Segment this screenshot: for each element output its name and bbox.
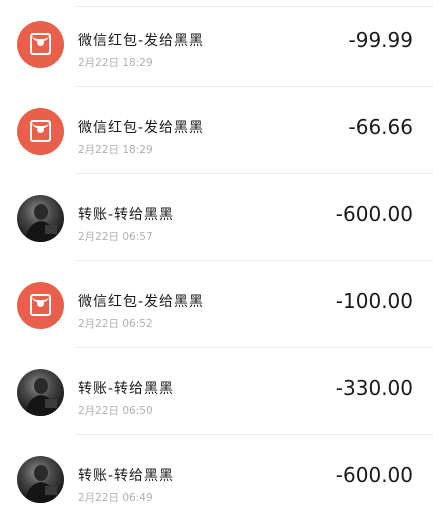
transaction-title: 转账-转给黑黑 xyxy=(78,468,175,484)
transaction-amount: -330.00 xyxy=(335,376,413,400)
transaction-row[interactable]: 转账-转给黑黑 2月22日 06:50 -330.00 xyxy=(0,348,433,435)
red-packet-icon xyxy=(17,108,64,155)
transaction-title: 转账-转给黑黑 xyxy=(78,207,175,223)
transaction-time: 2月22日 06:49 xyxy=(78,492,153,504)
transaction-time: 2月22日 06:52 xyxy=(78,318,153,330)
transaction-time: 2月22日 18:29 xyxy=(78,144,153,156)
transaction-row[interactable]: 微信红包-发给黑黑 2月22日 18:29 -66.66 xyxy=(0,87,433,174)
transaction-amount: -600.00 xyxy=(335,463,413,487)
transaction-title: 微信红包-发给黑黑 xyxy=(78,294,205,310)
transaction-time: 2月22日 18:29 xyxy=(78,57,153,69)
transaction-title: 微信红包-发给黑黑 xyxy=(78,120,205,136)
avatar xyxy=(17,195,64,242)
transaction-row[interactable]: 微信红包-发给黑黑 2月22日 18:29 -99.99 xyxy=(0,0,433,87)
transaction-title: 转账-转给黑黑 xyxy=(78,381,175,397)
avatar xyxy=(17,456,64,503)
transaction-time: 2月22日 06:57 xyxy=(78,231,153,243)
transaction-row[interactable]: 微信红包-发给黑黑 2月22日 06:52 -100.00 xyxy=(0,261,433,348)
transaction-amount: -66.66 xyxy=(348,115,413,139)
red-packet-icon xyxy=(17,282,64,329)
transaction-row[interactable]: 转账-转给黑黑 2月22日 06:57 -600.00 xyxy=(0,174,433,261)
avatar xyxy=(17,369,64,416)
transaction-row[interactable]: 转账-转给黑黑 2月22日 06:49 -600.00 xyxy=(0,435,433,522)
transaction-amount: -100.00 xyxy=(335,289,413,313)
red-packet-icon xyxy=(17,21,64,68)
transaction-amount: -600.00 xyxy=(335,202,413,226)
transaction-title: 微信红包-发给黑黑 xyxy=(78,33,205,49)
transaction-time: 2月22日 06:50 xyxy=(78,405,153,417)
transaction-amount: -99.99 xyxy=(348,28,413,52)
